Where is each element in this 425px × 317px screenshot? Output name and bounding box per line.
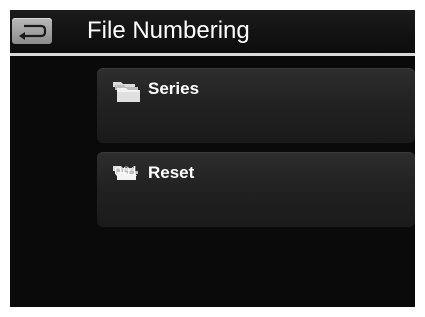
option-reset-label: Reset bbox=[148, 163, 195, 182]
folders-icon bbox=[113, 82, 140, 102]
camera-menu-screen: File Numbering Series 001 Reset bbox=[10, 10, 415, 307]
option-series-label: Series bbox=[148, 79, 200, 98]
back-button[interactable] bbox=[12, 18, 52, 44]
header-bar: File Numbering bbox=[10, 10, 415, 53]
option-reset[interactable]: 001 Reset bbox=[97, 152, 415, 227]
options-panel: Series 001 Reset bbox=[10, 56, 415, 307]
page-title: File Numbering bbox=[87, 17, 250, 44]
option-series[interactable]: Series bbox=[97, 68, 415, 143]
back-arrow-icon bbox=[19, 24, 47, 40]
folder-number-badge: 001 bbox=[114, 165, 139, 180]
